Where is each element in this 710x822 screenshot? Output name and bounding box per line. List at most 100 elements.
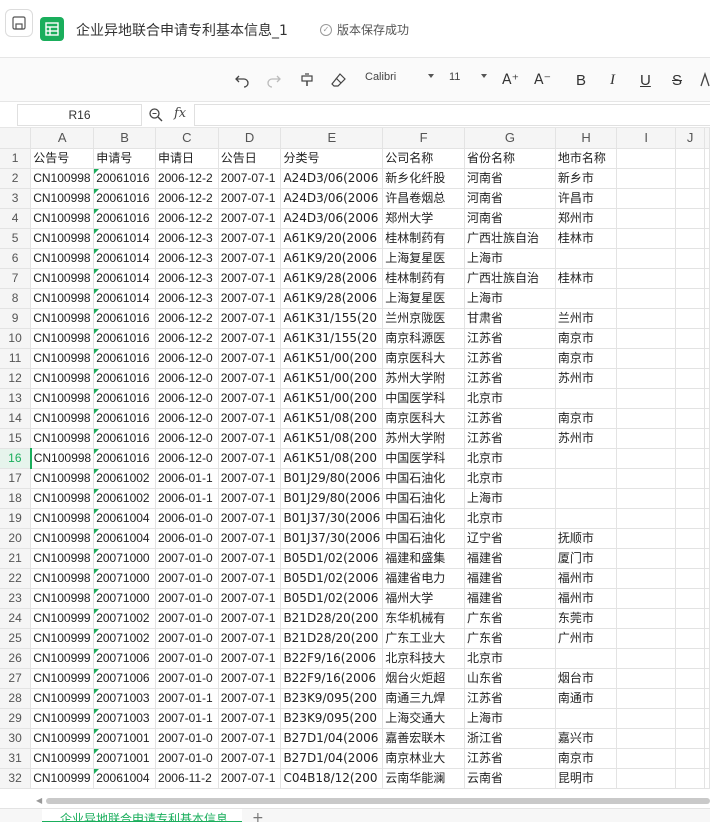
cell[interactable]: 2006-01-1	[155, 468, 219, 489]
cell[interactable]	[555, 648, 618, 669]
cell[interactable]	[704, 608, 710, 629]
cell[interactable]	[675, 588, 705, 609]
cell[interactable]: CN100999	[30, 608, 95, 629]
cell[interactable]: A61K9/20(2006	[280, 228, 384, 249]
cell[interactable]	[616, 288, 677, 309]
cell[interactable]: 2006-12-3	[155, 268, 219, 289]
cell[interactable]	[704, 268, 710, 289]
cell[interactable]: 东华机械有	[382, 608, 465, 629]
row-header[interactable]: 21	[0, 548, 32, 569]
cell[interactable]: A61K51/08(200	[280, 448, 384, 469]
cell[interactable]: CN100999	[30, 648, 95, 669]
cell[interactable]	[675, 288, 705, 309]
cell[interactable]: 2007-07-1	[218, 208, 282, 229]
row-header[interactable]: 28	[0, 688, 32, 709]
cell[interactable]	[704, 668, 710, 689]
cell[interactable]: 20061004	[93, 508, 156, 529]
cell[interactable]: CN100998	[30, 588, 95, 609]
cell[interactable]	[675, 268, 705, 289]
cell[interactable]: 东莞市	[555, 608, 618, 629]
cell[interactable]: 2006-12-3	[155, 228, 219, 249]
cell[interactable]	[675, 628, 705, 649]
cell[interactable]: 20061016	[93, 388, 156, 409]
cell[interactable]	[675, 428, 705, 449]
cell[interactable]: B22F9/16(2006	[280, 668, 384, 689]
cell[interactable]: 20061014	[93, 268, 156, 289]
cell[interactable]	[675, 408, 705, 429]
cell[interactable]: 江苏省	[464, 408, 556, 429]
cell[interactable]: 中国石油化	[382, 488, 465, 509]
cell[interactable]: 2007-07-1	[218, 408, 282, 429]
cell[interactable]: 2007-07-1	[218, 328, 282, 349]
save-icon[interactable]	[5, 9, 33, 37]
cell[interactable]	[555, 468, 618, 489]
cell[interactable]: CN100998	[30, 428, 95, 449]
cell[interactable]: 2007-07-1	[218, 528, 282, 549]
cell[interactable]: 上海市	[464, 288, 556, 309]
cell[interactable]: B05D1/02(2006	[280, 588, 384, 609]
column-header[interactable]: B	[93, 128, 156, 149]
scroll-left-icon[interactable]: ◀	[36, 796, 42, 805]
row-header[interactable]: 11	[0, 348, 32, 369]
cell[interactable]	[675, 688, 705, 709]
cell[interactable]: 20061016	[93, 348, 156, 369]
row-header[interactable]: 5	[0, 228, 32, 249]
cell[interactable]: CN100998	[30, 568, 95, 589]
cell[interactable]	[675, 208, 705, 229]
column-header[interactable]: H	[555, 128, 618, 149]
cell[interactable]: B27D1/04(2006	[280, 748, 384, 769]
cell[interactable]: 2006-12-0	[155, 408, 219, 429]
cell[interactable]	[704, 288, 710, 309]
cell[interactable]: 2006-12-2	[155, 168, 219, 189]
cell[interactable]	[704, 588, 710, 609]
cell[interactable]: B21D28/20(200	[280, 628, 384, 649]
cell[interactable]	[555, 248, 618, 269]
cell[interactable]: B27D1/04(2006	[280, 728, 384, 749]
cell[interactable]: B01J29/80(2006	[280, 488, 384, 509]
cell[interactable]	[616, 428, 677, 449]
bold-button[interactable]: B	[576, 69, 586, 91]
cell[interactable]: 20061016	[93, 308, 156, 329]
horizontal-scrollbar[interactable]: ◀	[36, 796, 710, 806]
cell[interactable]: 2007-07-1	[218, 188, 282, 209]
cell[interactable]: CN100998	[30, 348, 95, 369]
cell[interactable]: 福州市	[555, 588, 618, 609]
cell[interactable]: 2007-07-1	[218, 168, 282, 189]
cell[interactable]: A24D3/06(2006	[280, 208, 384, 229]
cell[interactable]: 2007-07-1	[218, 508, 282, 529]
cell[interactable]: B05D1/02(2006	[280, 568, 384, 589]
cell[interactable]	[675, 468, 705, 489]
cell[interactable]: 中国石油化	[382, 508, 465, 529]
cell[interactable]	[675, 168, 705, 189]
cell[interactable]: 2007-07-1	[218, 728, 282, 749]
cell[interactable]: 兰州京陇医	[382, 308, 465, 329]
column-header[interactable]: J	[675, 128, 705, 149]
formula-input[interactable]	[194, 104, 710, 126]
cell[interactable]: 抚顺市	[555, 528, 618, 549]
column-header[interactable]: D	[218, 128, 282, 149]
cell[interactable]: 兰州市	[555, 308, 618, 329]
cell[interactable]	[616, 348, 677, 369]
cell[interactable]: 20061016	[93, 188, 156, 209]
cell[interactable]: 北京市	[464, 648, 556, 669]
cell[interactable]: CN100998	[30, 208, 95, 229]
cell[interactable]: 南京医科大	[382, 348, 465, 369]
row-header[interactable]: 15	[0, 428, 32, 449]
cell[interactable]: 甘肃省	[464, 308, 556, 329]
cell[interactable]: 嘉兴市	[555, 728, 618, 749]
cell[interactable]: 福建省电力	[382, 568, 465, 589]
cell[interactable]	[555, 488, 618, 509]
cell[interactable]	[616, 688, 677, 709]
cell[interactable]: 南京市	[555, 408, 618, 429]
cell[interactable]: 申请日	[155, 148, 219, 169]
font-size-chevron-icon[interactable]	[481, 74, 487, 78]
cell[interactable]: 广东省	[464, 608, 556, 629]
eraser-icon[interactable]	[331, 69, 347, 91]
cell[interactable]	[675, 708, 705, 729]
cell[interactable]: A61K51/08(200	[280, 428, 384, 449]
cell[interactable]: 江苏省	[464, 428, 556, 449]
cell[interactable]	[616, 548, 677, 569]
cell[interactable]: CN100998	[30, 368, 95, 389]
cell[interactable]	[704, 328, 710, 349]
cell[interactable]: 苏州市	[555, 368, 618, 389]
